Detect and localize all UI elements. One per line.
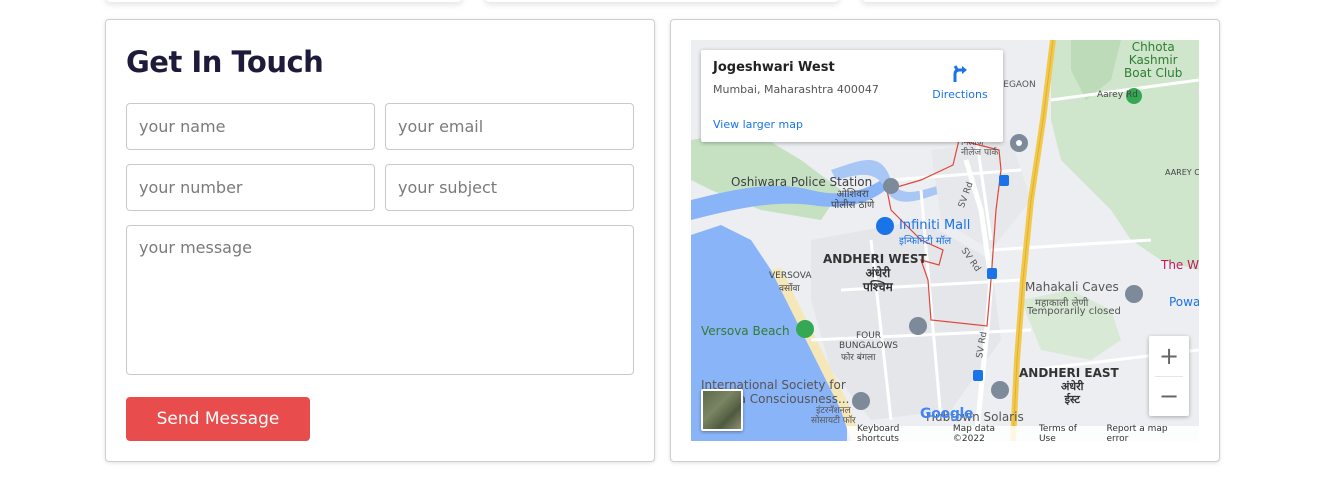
map-label-four-bungalows: FOUR BUNGALOWS [839,331,899,351]
map-label-aarey-colony: AAREY CC [1165,168,1199,177]
map-label-infiniti-mall-hi: इन्फिनिटी मॉल [899,236,952,247]
map-label-chhota-kashmir: Chhota Kashmir Boat Club [1124,40,1183,80]
directions-button[interactable]: Directions [929,62,991,102]
map-label-mahakali: Mahakali Caves [1025,280,1119,294]
send-message-button[interactable]: Send Message [126,397,310,441]
map-label-andheri-west-hi: अंधेरी पश्चिम [863,266,893,294]
map-label-andheri-east-hi: अंधेरी ईस्ट [1061,380,1084,406]
top-card-left [105,0,463,2]
directions-icon [953,65,967,82]
location-title: Jogeshwari West [713,60,835,75]
map-info-box: Jogeshwari West Mumbai, Maharashtra 4000… [701,50,1003,142]
map-label-versova-beach: Versova Beach [701,324,790,338]
satellite-toggle[interactable] [701,389,743,431]
zoom-controls: + − [1149,336,1189,416]
top-card-right [861,0,1219,2]
top-card-middle [484,0,840,2]
map-label-four-bungalows-hi: फोर बंगला [841,353,876,363]
zoom-out-button[interactable]: − [1149,376,1189,416]
zoom-in-button[interactable]: + [1149,336,1189,376]
map-label-versova-hi: वर्सोवा [779,284,800,294]
map-label-powai: Powa [1169,295,1199,309]
google-logo: Google [920,406,974,422]
map-label-infiniti-mall: Infiniti Mall [899,218,971,233]
map-card: Chhota Kashmir Boat Club Aarey Rd REGAON… [670,19,1220,462]
directions-label: Directions [932,88,988,101]
keyboard-shortcuts-link[interactable]: Keyboard shortcuts [851,424,947,442]
map-attribution: Keyboard shortcuts Map data ©2022 Terms … [847,423,1199,442]
map-label-mahakali-status: Temporarily closed [1027,306,1121,317]
message-textarea[interactable] [126,225,634,375]
terms-of-use-link[interactable]: Terms of Use [1033,424,1101,442]
map-label-oshiwara-hi: ओशिवरा पोलीस ठाणे [831,189,875,211]
contact-form-card: Get In Touch Send Message [105,19,655,462]
map-label-the-w: The W [1161,258,1199,272]
name-input[interactable] [126,103,375,150]
email-input[interactable] [385,103,634,150]
map-label-andheri-west: ANDHERI WEST [823,252,927,266]
page-title: Get In Touch [126,45,324,79]
map-label-versova: VERSOVA [769,271,812,281]
report-map-error-link[interactable]: Report a map error [1101,424,1196,442]
view-larger-map-link[interactable]: View larger map [713,118,803,131]
map-label-iskcon-hi: इंटरनॅशनल सोसायटी फॉर [811,406,856,426]
embedded-map[interactable]: Chhota Kashmir Boat Club Aarey Rd REGAON… [691,40,1199,441]
location-address: Mumbai, Maharashtra 400047 [713,83,879,96]
map-label-andheri-east: ANDHERI EAST [1019,366,1119,380]
map-label-aarey-rd: Aarey Rd [1097,90,1138,100]
subject-input[interactable] [385,164,634,211]
map-label-oshiwara: Oshiwara Police Station [731,175,873,189]
number-input[interactable] [126,164,375,211]
map-data-text: Map data ©2022 [952,423,996,442]
